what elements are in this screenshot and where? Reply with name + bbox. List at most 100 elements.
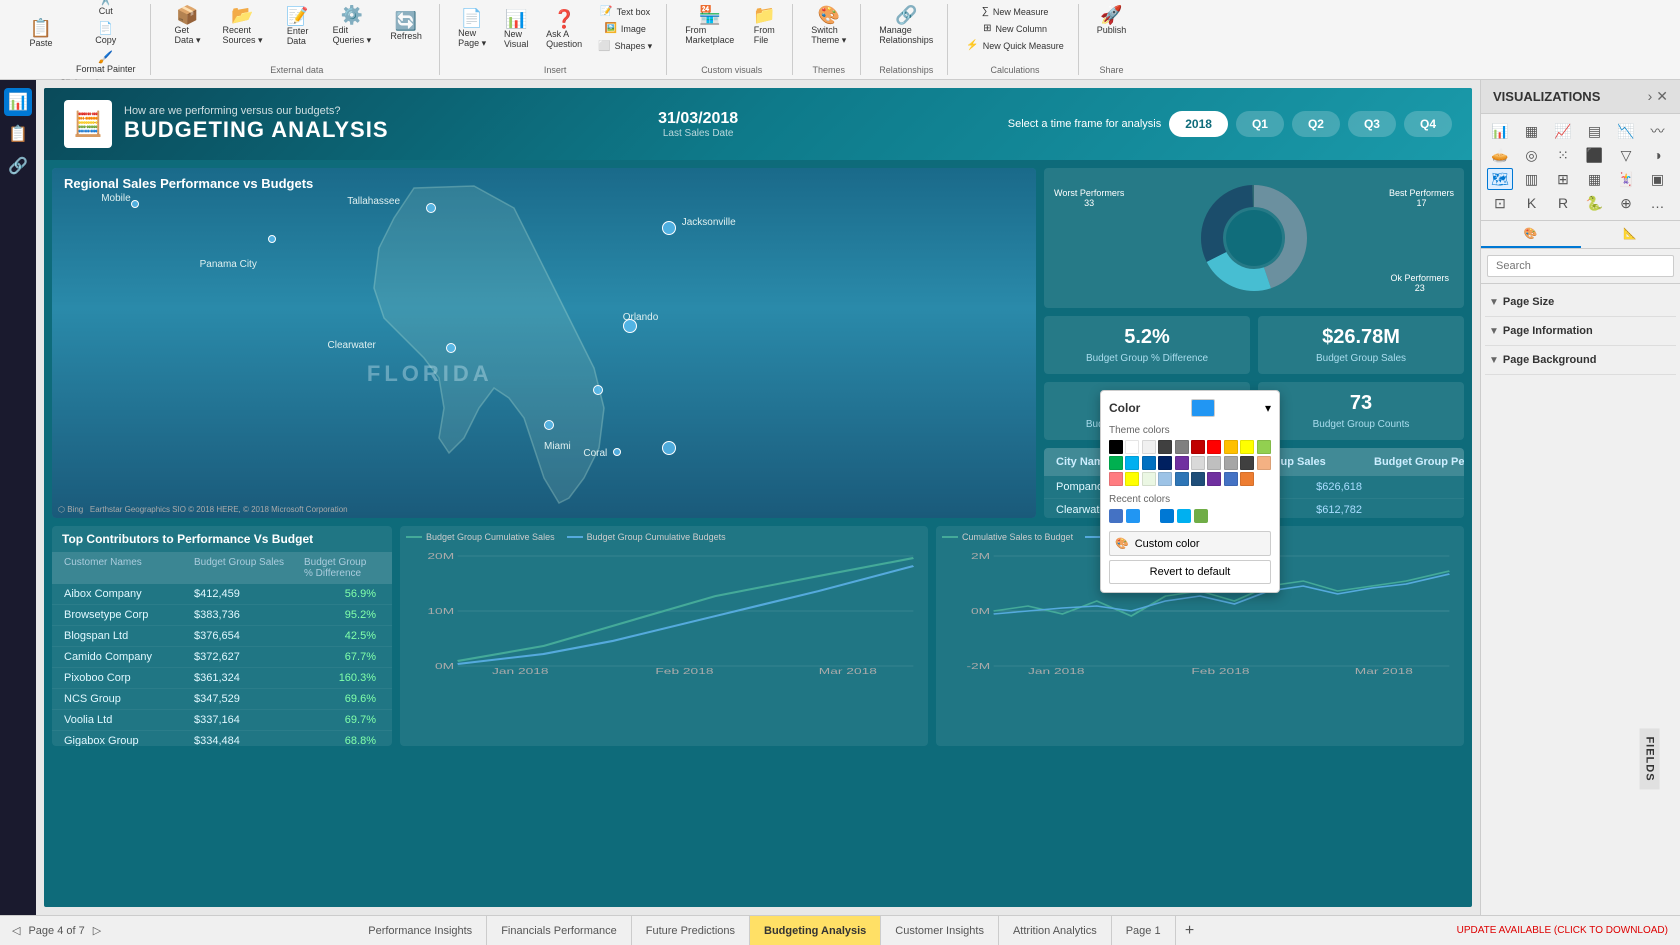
recent-color-cell[interactable] <box>1143 509 1157 523</box>
revert-to-default-button[interactable]: Revert to default <box>1109 560 1271 584</box>
page-tab-future-predictions[interactable]: Future Predictions <box>632 916 750 945</box>
viz-area-chart[interactable]: 〰 <box>1645 120 1671 142</box>
color-cell[interactable] <box>1224 440 1238 454</box>
viz-card[interactable]: 🃏 <box>1613 168 1639 190</box>
page-tab-performance-insights[interactable]: Performance Insights <box>354 916 487 945</box>
color-cell[interactable] <box>1240 456 1254 470</box>
color-cell[interactable] <box>1207 440 1221 454</box>
page-tab-attrition-analytics[interactable]: Attrition Analytics <box>999 916 1112 945</box>
viz-tab-format[interactable]: 🎨 <box>1481 221 1581 248</box>
recent-color-cell[interactable] <box>1177 509 1191 523</box>
new-measure-button[interactable]: ∑ New Measure <box>960 4 1069 19</box>
sidebar-report-icon[interactable]: 📊 <box>4 88 32 116</box>
color-cell[interactable] <box>1175 440 1189 454</box>
viz-panel-collapse[interactable]: ✕ <box>1656 88 1668 105</box>
color-cell[interactable] <box>1158 456 1172 470</box>
viz-more[interactable]: … <box>1645 192 1671 214</box>
page-tab-financials-performance[interactable]: Financials Performance <box>487 916 632 945</box>
viz-matrix[interactable]: ⊞ <box>1550 168 1576 190</box>
viz-slicer[interactable]: ⊡ <box>1487 192 1513 214</box>
edit-queries-button[interactable]: ⚙️ EditQueries ▾ <box>327 4 378 48</box>
q4-filter[interactable]: Q4 <box>1404 111 1452 137</box>
color-cell[interactable] <box>1207 456 1221 470</box>
copy-button[interactable]: 📄 Copy <box>70 20 142 47</box>
viz-scatter[interactable]: ⁙ <box>1550 144 1576 166</box>
viz-column-chart[interactable]: 📈 <box>1550 120 1576 142</box>
color-cell[interactable] <box>1175 472 1189 486</box>
fields-panel-label[interactable]: FIELDS <box>1639 729 1659 790</box>
viz-pie-chart[interactable]: 🥧 <box>1487 144 1513 166</box>
year-filter[interactable]: 2018 <box>1169 111 1228 137</box>
color-cell[interactable] <box>1257 440 1271 454</box>
page-tab-customer-insights[interactable]: Customer Insights <box>881 916 999 945</box>
color-cell[interactable] <box>1109 472 1123 486</box>
color-cell[interactable] <box>1191 472 1205 486</box>
ask-question-button[interactable]: ❓ Ask AQuestion <box>540 4 588 54</box>
switch-theme-button[interactable]: 🎨 SwitchTheme ▾ <box>805 4 852 48</box>
refresh-button[interactable]: 🔄 Refresh <box>381 4 431 48</box>
viz-donut-chart[interactable]: ◎ <box>1519 144 1545 166</box>
manage-relationships-button[interactable]: 🔗 ManageRelationships <box>873 4 939 47</box>
color-cell[interactable] <box>1257 456 1271 470</box>
color-picker-expand[interactable]: ▾ <box>1265 401 1271 415</box>
format-painter-button[interactable]: 🖌️ Format Painter <box>70 49 142 76</box>
recent-color-cell[interactable] <box>1126 509 1140 523</box>
viz-bar-chart[interactable]: 📊 <box>1487 120 1513 142</box>
nav-next[interactable]: ▷ <box>93 924 101 937</box>
page-tab-budgeting-analysis[interactable]: Budgeting Analysis <box>750 916 881 945</box>
viz-tab-analytics[interactable]: 📐 <box>1581 221 1680 248</box>
update-notice[interactable]: UPDATE AVAILABLE (CLICK TO DOWNLOAD) <box>1457 925 1668 936</box>
viz-gauge[interactable]: ◑ <box>1645 144 1671 166</box>
sidebar-data-icon[interactable]: 📋 <box>4 120 32 148</box>
recent-color-cell[interactable] <box>1194 509 1208 523</box>
get-data-button[interactable]: 📦 GetData ▾ <box>163 4 213 48</box>
color-cell[interactable] <box>1224 456 1238 470</box>
color-cell[interactable] <box>1158 472 1172 486</box>
viz-custom[interactable]: ⊕ <box>1613 192 1639 214</box>
shapes-button[interactable]: ⬜ Shapes ▾ <box>592 38 658 54</box>
viz-multirow-card[interactable]: ▣ <box>1645 168 1671 190</box>
new-quick-measure-button[interactable]: ⚡ New Quick Measure <box>960 38 1069 53</box>
color-cell[interactable] <box>1142 472 1156 486</box>
color-cell[interactable] <box>1125 456 1139 470</box>
recent-color-cell[interactable] <box>1109 509 1123 523</box>
viz-table[interactable]: ▦ <box>1582 168 1608 190</box>
color-cell[interactable] <box>1142 440 1156 454</box>
color-cell[interactable] <box>1125 440 1139 454</box>
viz-search-input[interactable] <box>1487 255 1674 277</box>
viz-treemap[interactable]: ▥ <box>1519 168 1545 190</box>
enter-data-button[interactable]: 📝 EnterData <box>273 4 323 48</box>
color-cell[interactable] <box>1191 456 1205 470</box>
recent-sources-button[interactable]: 📂 RecentSources ▾ <box>217 4 269 48</box>
viz-waterfall[interactable]: ⬛ <box>1582 144 1608 166</box>
publish-button[interactable]: 🚀 Publish <box>1091 4 1133 37</box>
cut-button[interactable]: ✂️ Cut <box>70 0 142 18</box>
viz-map[interactable]: 🗺 <box>1487 168 1513 190</box>
add-page-button[interactable]: + <box>1176 916 1204 945</box>
q3-filter[interactable]: Q3 <box>1348 111 1396 137</box>
color-cell[interactable] <box>1109 456 1123 470</box>
color-cell[interactable] <box>1142 456 1156 470</box>
q1-filter[interactable]: Q1 <box>1236 111 1284 137</box>
color-cell[interactable] <box>1224 472 1238 486</box>
color-cell[interactable] <box>1191 440 1205 454</box>
new-column-button[interactable]: ⊞ New Column <box>960 21 1069 36</box>
viz-stacked-bar[interactable]: ▦ <box>1519 120 1545 142</box>
from-file-button[interactable]: 📁 FromFile <box>744 4 784 47</box>
image-button[interactable]: 🖼️ Image <box>592 21 658 36</box>
viz-line-chart[interactable]: 📉 <box>1613 120 1639 142</box>
page-tab-page-1[interactable]: Page 1 <box>1112 916 1176 945</box>
color-cell[interactable] <box>1158 440 1172 454</box>
new-visual-button[interactable]: 📊 NewVisual <box>496 4 536 54</box>
viz-py-script[interactable]: 🐍 <box>1582 192 1608 214</box>
from-marketplace-button[interactable]: 🏪 FromMarketplace <box>679 4 740 47</box>
recent-color-cell[interactable] <box>1160 509 1174 523</box>
color-cell[interactable] <box>1240 440 1254 454</box>
color-cell[interactable] <box>1125 472 1139 486</box>
viz-stacked-col[interactable]: ▤ <box>1582 120 1608 142</box>
color-cell[interactable] <box>1207 472 1221 486</box>
sidebar-model-icon[interactable]: 🔗 <box>4 152 32 180</box>
nav-prev[interactable]: ◁ <box>12 924 20 937</box>
map-container[interactable]: Jacksonville Tallahassee Panama City Mob… <box>52 168 1036 518</box>
viz-funnel[interactable]: ▽ <box>1613 144 1639 166</box>
